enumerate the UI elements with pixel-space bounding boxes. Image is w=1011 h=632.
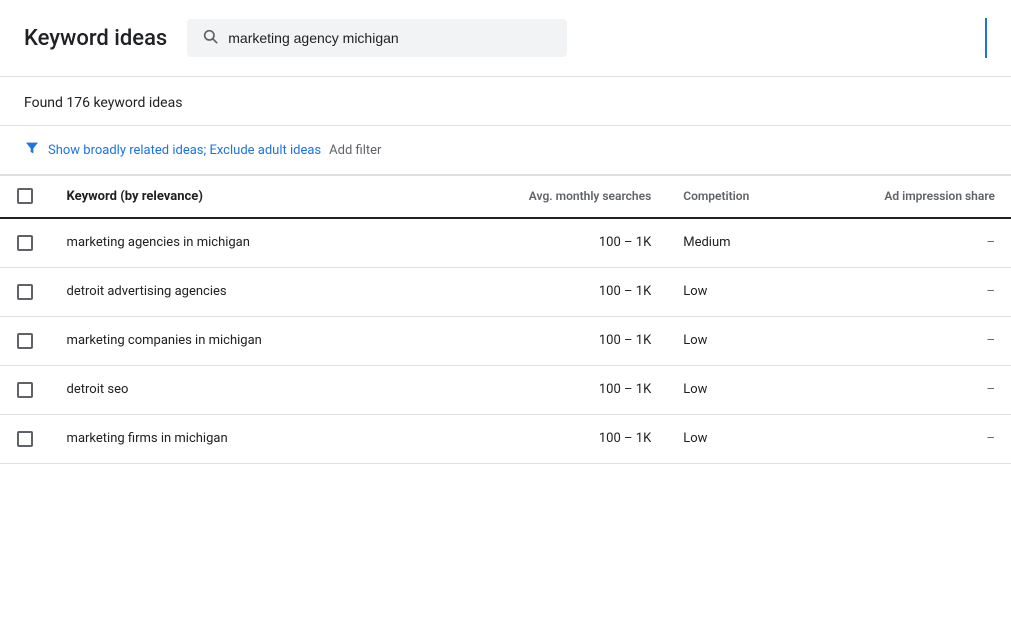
filter-section: Show broadly related ideas; Exclude adul…	[0, 126, 1011, 176]
row-avg-searches: 100 – 1K	[445, 218, 667, 268]
table-header-row: Keyword (by relevance) Avg. monthly sear…	[0, 176, 1011, 218]
blue-bar-indicator	[985, 18, 987, 58]
header-competition[interactable]: Competition	[667, 176, 839, 218]
header-ad-impression[interactable]: Ad impression share	[839, 176, 1011, 218]
filter-icon	[24, 140, 40, 160]
table-row: marketing companies in michigan 100 – 1K…	[0, 316, 1011, 365]
row-keyword: marketing companies in michigan	[51, 316, 445, 365]
row-checkbox[interactable]	[17, 284, 33, 300]
row-checkbox[interactable]	[17, 235, 33, 251]
page-title: Keyword ideas	[24, 26, 167, 51]
search-icon	[202, 28, 218, 48]
row-ad-impression: –	[839, 267, 1011, 316]
found-text: Found 176 keyword ideas	[24, 95, 182, 111]
row-checkbox-cell	[0, 218, 51, 268]
row-checkbox-cell	[0, 267, 51, 316]
row-keyword: marketing agencies in michigan	[51, 218, 445, 268]
table-row: detroit advertising agencies 100 – 1K Lo…	[0, 267, 1011, 316]
header-checkbox[interactable]	[17, 188, 33, 204]
row-checkbox[interactable]	[17, 382, 33, 398]
row-checkbox[interactable]	[17, 333, 33, 349]
add-filter-button[interactable]: Add filter	[329, 143, 381, 158]
keyword-table: Keyword (by relevance) Avg. monthly sear…	[0, 176, 1011, 464]
row-ad-impression: –	[839, 365, 1011, 414]
table-row: marketing agencies in michigan 100 – 1K …	[0, 218, 1011, 268]
table-body: marketing agencies in michigan 100 – 1K …	[0, 218, 1011, 464]
row-competition: Low	[667, 267, 839, 316]
row-checkbox-cell	[0, 365, 51, 414]
row-ad-impression: –	[839, 218, 1011, 268]
row-keyword: marketing firms in michigan	[51, 414, 445, 463]
row-checkbox-cell	[0, 414, 51, 463]
row-checkbox[interactable]	[17, 431, 33, 447]
header: Keyword ideas	[0, 0, 1011, 77]
row-competition: Low	[667, 316, 839, 365]
row-avg-searches: 100 – 1K	[445, 267, 667, 316]
header-avg-searches[interactable]: Avg. monthly searches	[445, 176, 667, 218]
row-competition: Medium	[667, 218, 839, 268]
header-keyword[interactable]: Keyword (by relevance)	[51, 176, 445, 218]
row-checkbox-cell	[0, 316, 51, 365]
search-bar[interactable]	[187, 19, 567, 57]
row-competition: Low	[667, 414, 839, 463]
search-input[interactable]	[228, 30, 528, 46]
table-row: detroit seo 100 – 1K Low –	[0, 365, 1011, 414]
row-ad-impression: –	[839, 316, 1011, 365]
header-checkbox-cell	[0, 176, 51, 218]
row-avg-searches: 100 – 1K	[445, 414, 667, 463]
row-avg-searches: 100 – 1K	[445, 316, 667, 365]
row-ad-impression: –	[839, 414, 1011, 463]
found-text-section: Found 176 keyword ideas	[0, 77, 1011, 126]
row-avg-searches: 100 – 1K	[445, 365, 667, 414]
filter-links[interactable]: Show broadly related ideas; Exclude adul…	[48, 143, 321, 158]
table-row: marketing firms in michigan 100 – 1K Low…	[0, 414, 1011, 463]
row-keyword: detroit seo	[51, 365, 445, 414]
row-competition: Low	[667, 365, 839, 414]
table-container: Keyword (by relevance) Avg. monthly sear…	[0, 176, 1011, 464]
row-keyword: detroit advertising agencies	[51, 267, 445, 316]
